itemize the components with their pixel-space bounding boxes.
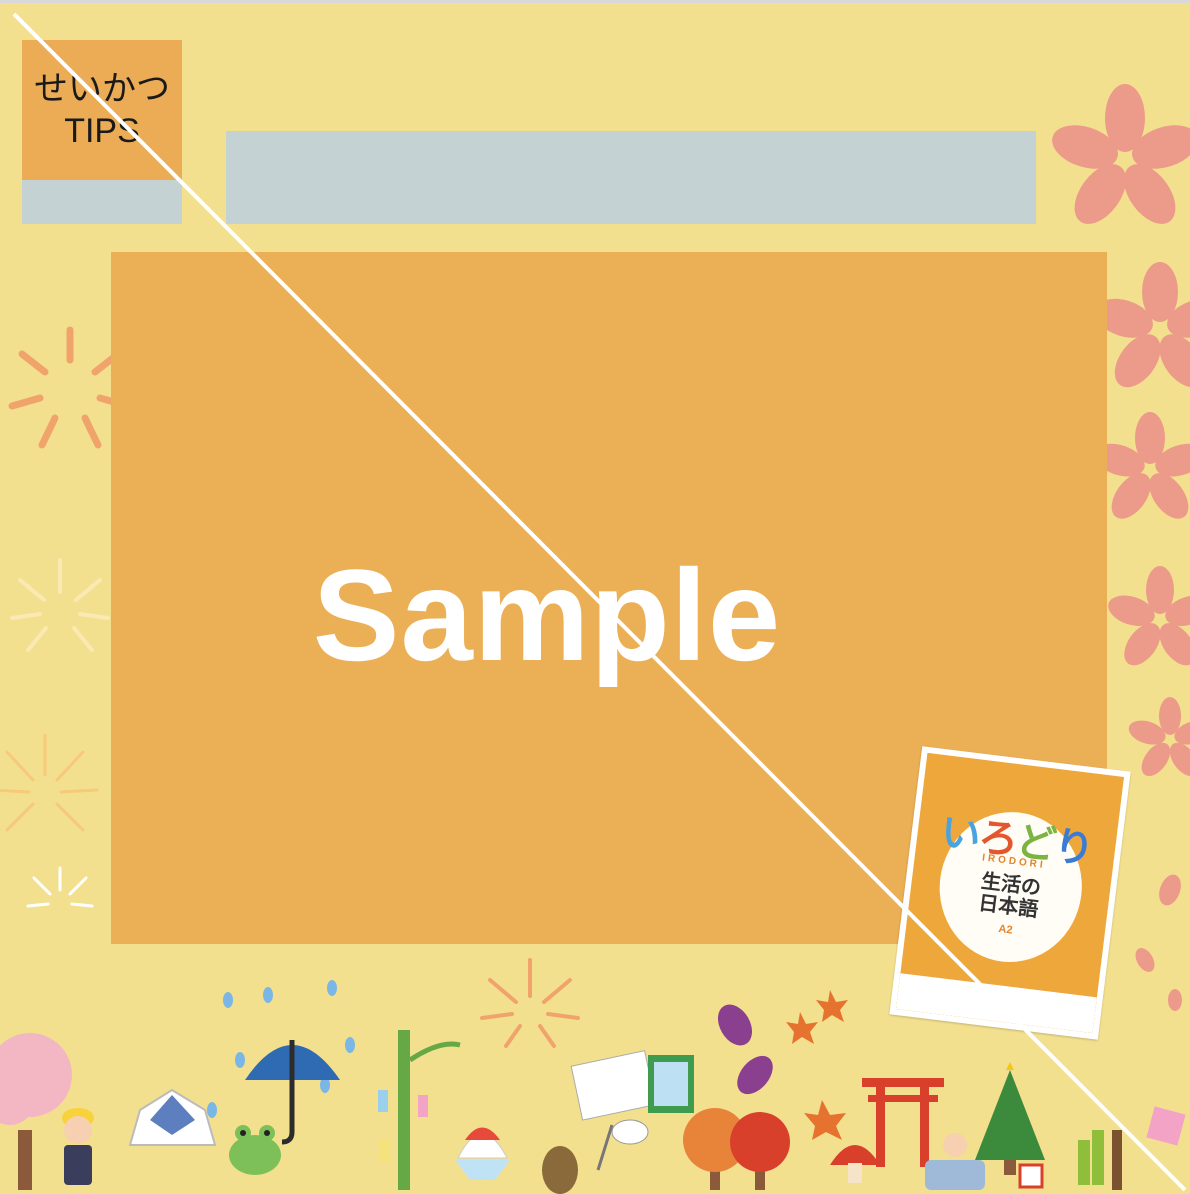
kotatsu-icon: [925, 1133, 985, 1190]
sample-watermark: Sample: [312, 542, 782, 688]
sweet-potato-icon: [717, 1004, 773, 1095]
frog-icon: [229, 1125, 281, 1175]
bug-net-icon: [596, 1119, 649, 1171]
shaved-ice-icon: [455, 1127, 510, 1180]
torii-gate-icon: [862, 1078, 944, 1167]
paper-helmet-icon: [128, 1088, 217, 1146]
christmas-tree-icon: [975, 1062, 1045, 1175]
mushroom-icon: [830, 1145, 880, 1183]
textbook-cover: いろどり IRODORI 生活の 日本語 A2: [889, 746, 1131, 1040]
cicada-icon: [542, 1146, 578, 1194]
tips-card: せいかつ TIPS いろどり IRODORI 生活の 日本語 A2 Sample: [0, 0, 1190, 1194]
maple-leaf-icon: [786, 990, 848, 1140]
category-label-jp: せいかつ: [34, 70, 170, 108]
title-placeholder: [226, 131, 1036, 224]
category-label-en: TIPS: [64, 112, 140, 150]
tanabata-bamboo-icon: [378, 1030, 461, 1190]
kadomatsu-icon: [1078, 1130, 1122, 1190]
cherry-tree-icon: [0, 1033, 72, 1190]
schoolchild-icon: [62, 1108, 94, 1185]
autumn-tree-icon: [683, 1108, 790, 1190]
category-placeholder: [22, 180, 182, 224]
document-icon: [570, 1050, 694, 1121]
textbook-cover-art: いろどり IRODORI 生活の 日本語 A2: [896, 752, 1124, 1034]
category-badge: せいかつ TIPS: [22, 40, 182, 180]
